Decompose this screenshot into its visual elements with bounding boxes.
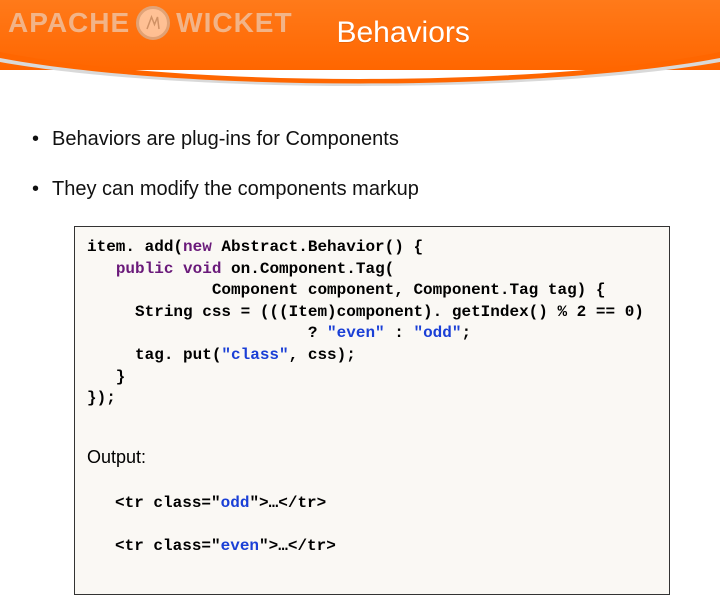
- list-item: Behaviors are plug-ins for Components: [30, 126, 690, 152]
- apache-wicket-logo: APACHE WICKET: [8, 6, 293, 40]
- code-text: :: [385, 324, 414, 342]
- code-string: "class": [221, 346, 288, 364]
- code-text: ">…</tr>: [249, 494, 326, 512]
- code-text: }: [87, 368, 125, 386]
- code-text: });: [87, 389, 116, 407]
- code-text: [87, 260, 116, 278]
- code-text: , css);: [289, 346, 356, 364]
- code-text: <tr class=": [115, 494, 221, 512]
- code-keyword: public void: [116, 260, 222, 278]
- code-text: <tr class=": [115, 537, 221, 555]
- code-text: on.Component.Tag(: [221, 260, 394, 278]
- code-string: even: [221, 537, 259, 555]
- wicket-ring-icon: [136, 6, 170, 40]
- slide-body: Behaviors are plug-ins for Components Th…: [0, 70, 720, 595]
- code-string: "even": [327, 324, 385, 342]
- logo-wicket-text: WICKET: [176, 7, 292, 39]
- output-label: Output:: [87, 445, 657, 469]
- code-string: odd: [221, 494, 250, 512]
- slide-header: APACHE WICKET Behaviors: [0, 0, 720, 70]
- output-line: <tr class="odd">…</tr>: [87, 493, 657, 515]
- slide-title: Behaviors: [336, 16, 469, 50]
- output-block: Output: <tr class="odd">…</tr> <tr class…: [87, 424, 657, 580]
- header-swoosh-icon: [0, 52, 720, 88]
- code-text: item. add(: [87, 238, 183, 256]
- code-string: "odd": [413, 324, 461, 342]
- code-text: ;: [461, 324, 471, 342]
- logo-apache-text: APACHE: [8, 7, 130, 39]
- code-text: Abstract.Behavior() {: [212, 238, 423, 256]
- code-text: String css = (((Item)component). getInde…: [87, 303, 644, 321]
- code-text: Component component, Component.Tag tag) …: [87, 281, 605, 299]
- code-text: tag. put(: [87, 346, 221, 364]
- code-text: ?: [87, 324, 327, 342]
- code-block: item. add(new Abstract.Behavior() { publ…: [74, 226, 670, 595]
- code-text: ">…</tr>: [259, 537, 336, 555]
- list-item: They can modify the components markup: [30, 176, 690, 202]
- bullet-list: Behaviors are plug-ins for Components Th…: [30, 126, 690, 202]
- code-keyword: new: [183, 238, 212, 256]
